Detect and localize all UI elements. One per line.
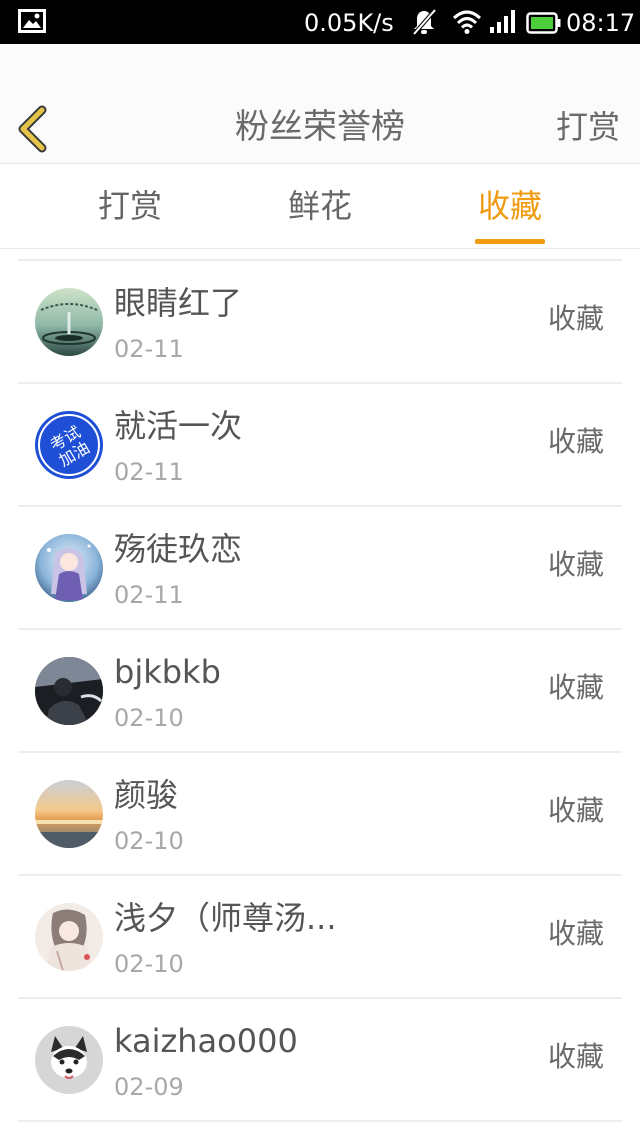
active-tab-indicator: [475, 239, 545, 244]
fan-date: 02-10: [114, 827, 184, 855]
ink-painting-avatar-icon: [35, 903, 103, 971]
water-drop-avatar-icon: [35, 288, 103, 356]
network-speed: 0.05K/s: [304, 9, 394, 37]
avatar[interactable]: [35, 657, 103, 725]
header-bar: 粉丝荣誉榜 打赏: [0, 44, 640, 164]
reward-action-button[interactable]: 打赏: [556, 102, 620, 152]
driver-silhouette-avatar-icon: [35, 657, 103, 725]
avatar[interactable]: [35, 534, 103, 602]
avatar[interactable]: [35, 288, 103, 356]
sunset-sea-avatar-icon: [35, 780, 103, 848]
fan-name: 浅夕（师尊汤...: [114, 899, 337, 937]
list-item[interactable]: 殇徒玖恋 02-11 收藏: [18, 507, 622, 630]
page-title: 粉丝荣誉榜: [235, 107, 405, 147]
favorite-label: 收藏: [547, 794, 604, 827]
fan-name: 颜骏: [114, 776, 179, 814]
exam-badge-avatar-icon: 考试 加油: [35, 411, 103, 479]
clock: 08:17: [566, 9, 636, 37]
fan-name: bjkbkb: [114, 653, 221, 691]
favorite-label: 收藏: [547, 1040, 604, 1073]
wifi-icon: [452, 10, 482, 34]
tab-favorites[interactable]: 收藏: [450, 183, 570, 229]
favorite-label: 收藏: [547, 548, 604, 581]
fan-name: 殇徒玖恋: [114, 530, 243, 568]
fans-list: 眼睛红了 02-11 收藏 考试 加油 就活一次 02-11 收藏 殇徒玖恋 0…: [18, 259, 622, 1122]
favorite-label: 收藏: [547, 671, 604, 704]
tab-flowers[interactable]: 鲜花: [260, 183, 380, 229]
fan-date: 02-11: [114, 581, 184, 609]
fan-date: 02-11: [114, 335, 184, 363]
favorite-label: 收藏: [547, 425, 604, 458]
battery-icon: [526, 12, 561, 34]
favorite-label: 收藏: [547, 302, 604, 335]
fan-date: 02-09: [114, 1073, 184, 1101]
avatar[interactable]: [35, 1026, 103, 1094]
list-item[interactable]: 浅夕（师尊汤... 02-10 收藏: [18, 876, 622, 999]
husky-dog-avatar-icon: [35, 1026, 103, 1094]
avatar[interactable]: [35, 903, 103, 971]
signal-icon: [490, 10, 515, 33]
list-item[interactable]: kaizhao000 02-09 收藏: [18, 999, 622, 1122]
list-item[interactable]: 眼睛红了 02-11 收藏: [18, 261, 622, 384]
list-item[interactable]: bjkbkb 02-10 收藏: [18, 630, 622, 753]
anime-character-avatar-icon: [35, 534, 103, 602]
tab-reward[interactable]: 打赏: [70, 183, 190, 229]
fan-date: 02-10: [114, 704, 184, 732]
fan-date: 02-10: [114, 950, 184, 978]
fan-date: 02-11: [114, 458, 184, 486]
mute-icon: [412, 8, 437, 36]
status-bar: 0.05K/s 08:17: [0, 0, 640, 44]
avatar[interactable]: [35, 780, 103, 848]
avatar[interactable]: 考试 加油: [35, 411, 103, 479]
tab-bar: 打赏 鲜花 收藏: [0, 165, 640, 249]
list-item[interactable]: 考试 加油 就活一次 02-11 收藏: [18, 384, 622, 507]
fan-name: kaizhao000: [114, 1022, 298, 1060]
list-item[interactable]: 颜骏 02-10 收藏: [18, 753, 622, 876]
fan-name: 眼睛红了: [114, 284, 243, 322]
favorite-label: 收藏: [547, 917, 604, 950]
fan-name: 就活一次: [114, 407, 243, 445]
image-notification-icon: [18, 9, 46, 33]
